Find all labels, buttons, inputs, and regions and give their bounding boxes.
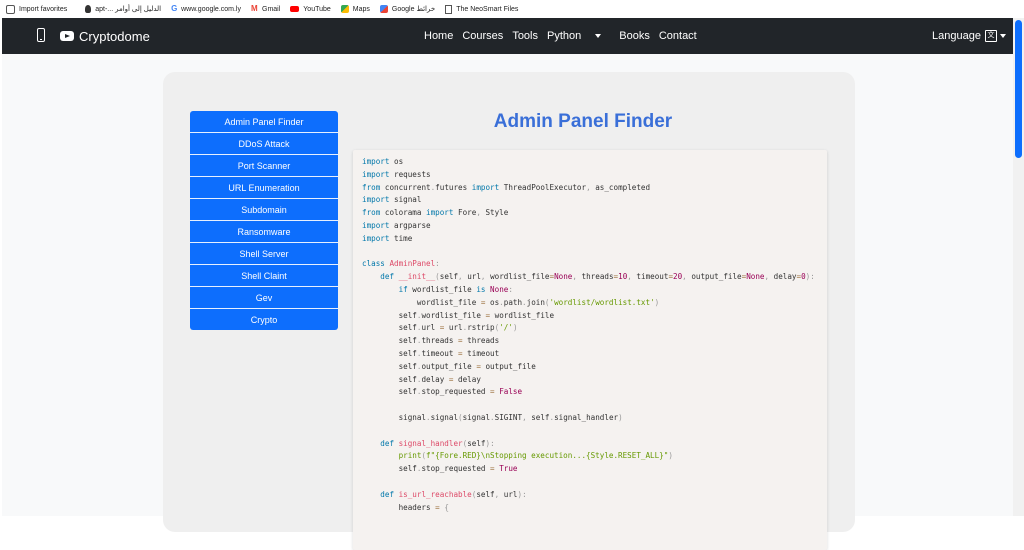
content-card: Admin Panel Finder DDoS Attack Port Scan… — [163, 72, 855, 550]
gmail-icon: M — [251, 4, 258, 13]
nav-python-dropdown[interactable]: Python — [547, 30, 610, 42]
maps-icon — [379, 5, 388, 13]
chevron-down-icon[interactable] — [1000, 34, 1006, 38]
page-body: Admin Panel Finder DDoS Attack Port Scan… — [2, 54, 1013, 550]
sidebar-item-subdomain[interactable]: Subdomain — [190, 199, 338, 221]
sidebar-item-admin-panel-finder[interactable]: Admin Panel Finder — [190, 111, 338, 133]
brand-name: Cryptodome — [79, 28, 150, 44]
phone-icon[interactable] — [37, 28, 45, 42]
language-label: Language — [932, 30, 981, 42]
bookmark-import-favorites[interactable]: Import favorites — [6, 4, 67, 14]
sidebar-item-shell-claint[interactable]: Shell Claint — [190, 265, 338, 287]
sidebar-item-ddos-attack[interactable]: DDoS Attack — [190, 133, 338, 155]
scrollbar-thumb[interactable] — [1015, 20, 1022, 158]
nav-python-label: Python — [547, 30, 582, 42]
tools-sidebar: Admin Panel Finder DDoS Attack Port Scan… — [190, 111, 338, 330]
bookmark-gmail[interactable]: M Gmail — [251, 5, 280, 13]
sidebar-item-port-scanner[interactable]: Port Scanner — [190, 155, 338, 177]
youtube-icon — [60, 31, 74, 41]
maps-icon — [340, 5, 349, 13]
sidebar-item-ransomware[interactable]: Ransomware — [190, 221, 338, 243]
import-icon — [6, 4, 15, 14]
brand-link[interactable]: Cryptodome — [60, 18, 150, 54]
nav-tools[interactable]: Tools — [512, 30, 538, 42]
page-title: Admin Panel Finder — [493, 111, 673, 132]
nav-books[interactable]: Books — [619, 30, 650, 42]
bookmark-apt-guide[interactable]: apt-... الدليل إلى أوامر — [85, 5, 161, 13]
bookmark-maps[interactable]: Maps — [340, 5, 370, 13]
navbar: Cryptodome Home Courses Tools Python Boo… — [2, 18, 1013, 54]
translate-icon: 文 — [984, 30, 997, 42]
nav-courses[interactable]: Courses — [462, 30, 503, 42]
bookmark-youtube[interactable]: YouTube — [290, 6, 331, 13]
youtube-icon — [290, 6, 300, 12]
chevron-down-icon — [595, 34, 602, 39]
nav-links: Home Courses Tools Python Books Contact — [424, 18, 706, 54]
language-selector[interactable]: Language 文 — [932, 18, 997, 54]
code-block: import os import requests from concurren… — [353, 150, 827, 550]
bookmark-google-maps-ar[interactable]: Google خرائط — [379, 5, 435, 13]
bookmark-neosmart[interactable]: The NeoSmart Files — [445, 4, 518, 14]
sidebar-item-shell-server[interactable]: Shell Server — [190, 243, 338, 265]
code-content: import os import requests from concurren… — [362, 157, 815, 512]
bookmarks-bar: Import favorites apt-... الدليل إلى أوام… — [0, 0, 1024, 18]
google-icon: G — [171, 4, 178, 13]
bookmark-google-ly[interactable]: G www.google.com.ly — [171, 5, 241, 13]
sidebar-item-url-enumeration[interactable]: URL Enumeration — [190, 177, 338, 199]
file-icon — [445, 4, 453, 14]
nav-contact[interactable]: Contact — [659, 30, 697, 42]
sidebar-item-crypto[interactable]: Crypto — [190, 309, 338, 330]
nav-home[interactable]: Home — [424, 30, 453, 42]
sidebar-item-gev[interactable]: Gev — [190, 287, 338, 309]
linux-icon — [85, 5, 92, 13]
